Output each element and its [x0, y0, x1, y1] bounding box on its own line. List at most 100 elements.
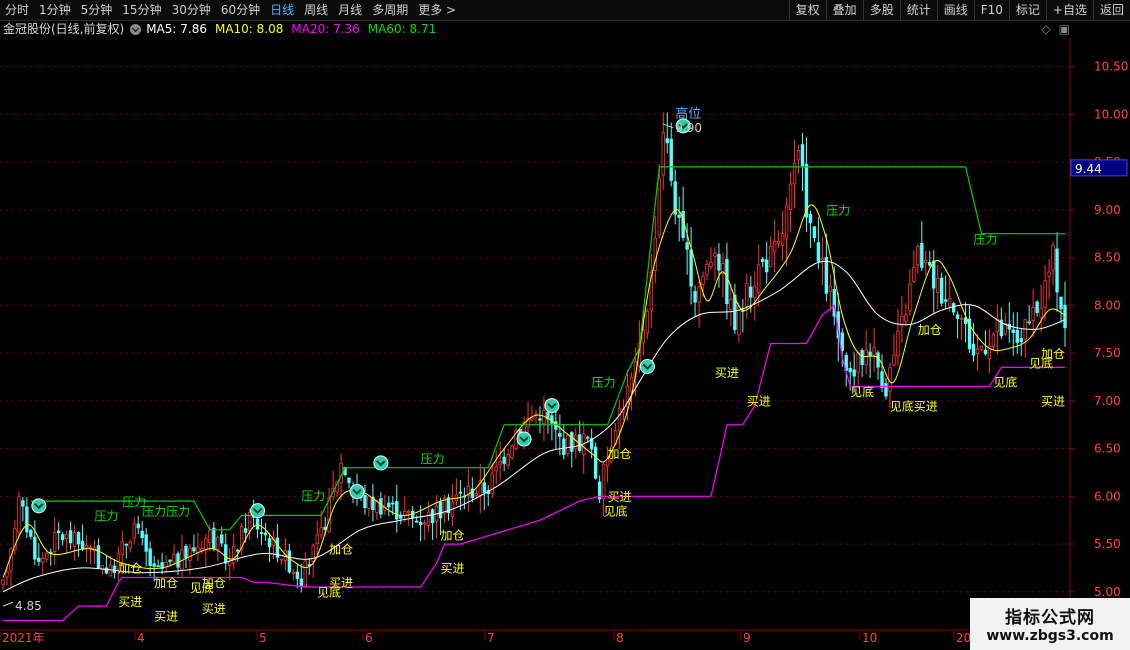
- candle-body: [128, 541, 132, 549]
- candle-body: [1019, 338, 1023, 343]
- candle-body: [872, 347, 876, 356]
- toolbar-action-1[interactable]: 叠加: [825, 0, 863, 20]
- candle-body: [1027, 321, 1031, 324]
- candle-body: [530, 417, 534, 421]
- candle-body: [299, 578, 304, 586]
- candle-body: [136, 523, 140, 529]
- stock-title: 金冠股份(日线,前复权): [3, 22, 125, 36]
- candle-body: [856, 352, 860, 373]
- candle-body: [661, 132, 665, 176]
- period-tab-8[interactable]: 月线: [333, 0, 367, 20]
- signal-label: 压力: [301, 489, 325, 503]
- candle-body: [657, 178, 661, 236]
- signal-marker-icon: [516, 431, 532, 447]
- period-tab-10[interactable]: 更多 >: [413, 0, 461, 20]
- candle-body: [709, 261, 713, 268]
- kline-chart[interactable]: 10.5010.009.509.008.508.007.507.006.506.…: [0, 38, 1130, 650]
- period-tab-3[interactable]: 15分钟: [117, 0, 166, 20]
- candle-body: [768, 245, 773, 268]
- top-toolbar: 分时 1分钟 5分钟 15分钟 30分钟 60分钟 日线 周线 月线 多周期 更多 > 复权 叠加 多股…: [0, 0, 1130, 21]
- candle-body: [884, 383, 888, 397]
- candle-body: [414, 520, 419, 523]
- signal-label: 加仓: [154, 576, 178, 590]
- candle-body: [975, 348, 980, 354]
- signal-label: 买进: [440, 562, 464, 576]
- toolbar-action-4[interactable]: 画线: [936, 0, 974, 20]
- x-tick-label: 8: [616, 631, 624, 645]
- period-tab-9[interactable]: 多周期: [367, 0, 413, 20]
- candle-body: [37, 557, 41, 562]
- y-tick-label: 7.50: [1094, 346, 1121, 360]
- high-label: 高位: [675, 106, 701, 122]
- period-tab-5[interactable]: 60分钟: [216, 0, 265, 20]
- candle-body: [474, 493, 479, 496]
- candle-body: [192, 547, 196, 552]
- period-tabs: 分时 1分钟 5分钟 15分钟 30分钟 60分钟 日线 周线 月线 多周期 更多 >: [0, 0, 461, 20]
- candle-body: [29, 529, 33, 537]
- toolbar-action-7[interactable]: +自选: [1045, 0, 1093, 20]
- signal-label: 加仓: [608, 447, 632, 461]
- candle-body: [924, 259, 928, 264]
- candle-body: [745, 283, 749, 307]
- candle-body: [120, 541, 125, 556]
- period-tab-0[interactable]: 分时: [0, 0, 34, 20]
- candle-body: [395, 501, 399, 520]
- candle-body: [912, 267, 916, 282]
- toolbar-action-5[interactable]: F10: [973, 0, 1009, 20]
- candle-body: [713, 252, 717, 257]
- candle-body: [566, 434, 570, 454]
- candle-body: [176, 553, 180, 568]
- candle-body: [617, 407, 622, 431]
- period-tab-6[interactable]: 日线: [265, 0, 299, 20]
- candle-body: [41, 558, 45, 563]
- toolbar-action-3[interactable]: 统计: [899, 0, 937, 20]
- candle-body: [498, 460, 502, 466]
- candle-body: [824, 256, 829, 294]
- candle-body: [379, 498, 383, 515]
- signal-label: 加仓: [118, 562, 142, 576]
- candle-body: [717, 253, 721, 271]
- toolbar-action-2[interactable]: 多股: [862, 0, 900, 20]
- candle-body: [570, 432, 574, 452]
- candle-body: [267, 538, 272, 548]
- x-tick-label: 20: [956, 631, 971, 645]
- candle-body: [971, 343, 976, 356]
- signal-label: 压力: [94, 509, 118, 523]
- candle-body: [780, 233, 785, 246]
- low-value-label: 4.85: [15, 599, 42, 613]
- candle-body: [562, 438, 566, 455]
- candle-body: [868, 351, 872, 356]
- period-tab-1[interactable]: 1分钟: [34, 0, 76, 20]
- candle-body: [60, 534, 65, 541]
- toolbar-action-0[interactable]: 复权: [788, 0, 826, 20]
- candle-body: [896, 330, 900, 357]
- chevron-down-icon[interactable]: [130, 23, 142, 35]
- candle-body: [936, 278, 940, 294]
- x-tick-label: 9: [743, 631, 751, 645]
- x-tick-label: 6: [365, 631, 373, 645]
- candle-body: [753, 286, 757, 299]
- period-tab-2[interactable]: 5分钟: [76, 0, 118, 20]
- toolbar-action-8[interactable]: 返回: [1092, 0, 1130, 20]
- diamond-icon[interactable]: ◇: [1041, 22, 1050, 36]
- toolbar-action-6[interactable]: 标记: [1008, 0, 1046, 20]
- signal-label: 买进: [202, 602, 226, 616]
- y-tick-label: 6.00: [1094, 489, 1121, 503]
- candle-body: [685, 242, 689, 250]
- candle-body: [403, 510, 407, 516]
- watermark: 指标公式网 www.zbgs3.com: [970, 598, 1130, 650]
- signal-marker-icon: [544, 398, 560, 414]
- candle-body: [943, 299, 948, 302]
- y-tick-label: 5.00: [1094, 585, 1121, 599]
- period-tab-4[interactable]: 30分钟: [167, 0, 216, 20]
- candle-body: [1007, 323, 1012, 330]
- candle-body: [204, 538, 208, 551]
- candle-body: [705, 264, 709, 276]
- panel-toggle-icon[interactable]: ▣: [1059, 22, 1070, 36]
- candle-body: [426, 511, 431, 526]
- candle-body: [96, 545, 101, 569]
- period-tab-7[interactable]: 周线: [299, 0, 333, 20]
- y-tick-label: 7.00: [1094, 394, 1121, 408]
- candle-body: [287, 550, 292, 573]
- candle-body: [1047, 271, 1051, 277]
